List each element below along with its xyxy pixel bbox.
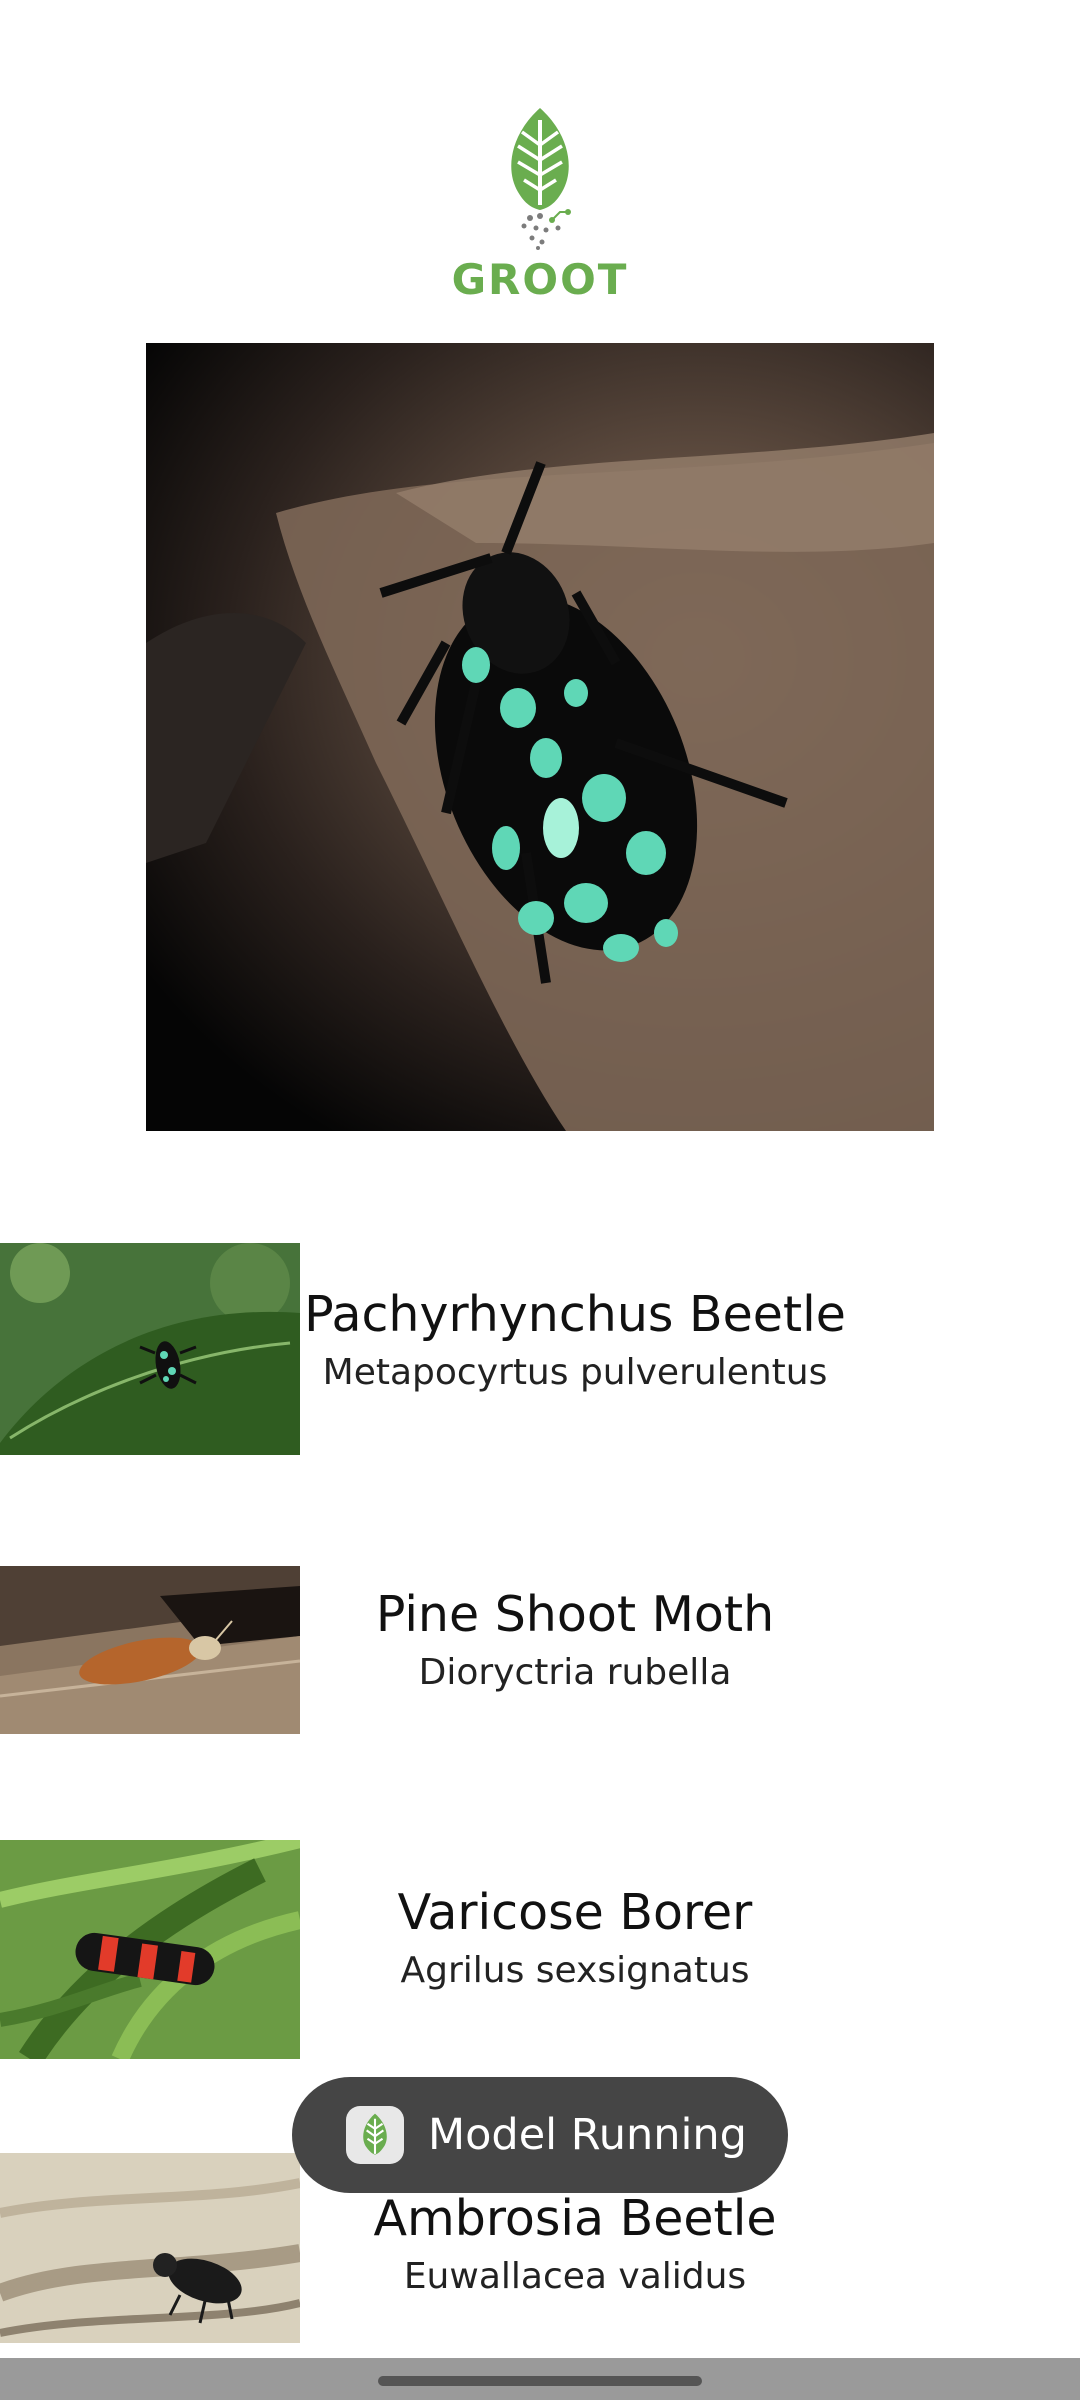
thumbnail-image	[0, 1243, 300, 1455]
thumbnail-image	[0, 1566, 300, 1734]
leaf-logo-icon	[511, 108, 571, 250]
groot-leaf-icon	[346, 2106, 404, 2164]
result-text: Varicose Borer Agrilus sexsignatus	[300, 1883, 850, 1995]
common-name: Pine Shoot Moth	[375, 1586, 775, 1643]
result-text: Pine Shoot Moth Dioryctria rubella	[300, 1585, 850, 1697]
moth-on-wood-photo-icon	[0, 1566, 300, 1734]
common-name: Ambrosia Beetle	[373, 2190, 777, 2247]
gesture-handle[interactable]	[378, 2376, 702, 2386]
common-name: Pachyrhynchus Beetle	[304, 1286, 846, 1343]
borer-on-fern-photo-icon	[0, 1840, 300, 2059]
app-logo: GROOT	[440, 100, 640, 310]
hero-image	[146, 343, 934, 1131]
result-item-varicose-borer[interactable]: Varicose Borer Agrilus sexsignatus	[0, 1840, 1080, 2059]
beetle-on-leaf-photo-icon	[0, 1243, 300, 1455]
result-item-pachyrhynchus-beetle[interactable]: Pachyrhynchus Beetle Metapocyrtus pulver…	[0, 1243, 1080, 1455]
thumbnail-image	[0, 1840, 300, 2059]
common-name: Varicose Borer	[397, 1884, 753, 1941]
scientific-name: Metapocyrtus pulverulentus	[322, 1352, 828, 1393]
beetle-on-bark-photo-icon	[0, 2153, 300, 2343]
scientific-name: Euwallacea validus	[403, 2256, 747, 2297]
beetle-photo-icon	[146, 433, 934, 1131]
thumbnail-image	[0, 2153, 300, 2343]
result-text: Ambrosia Beetle Euwallacea validus	[300, 2189, 850, 2301]
scientific-name: Agrilus sexsignatus	[400, 1950, 750, 1991]
scientific-name: Dioryctria rubella	[418, 1652, 732, 1693]
result-item-pine-shoot-moth[interactable]: Pine Shoot Moth Dioryctria rubella	[0, 1566, 1080, 1734]
result-text: Pachyrhynchus Beetle Metapocyrtus pulver…	[300, 1285, 850, 1397]
model-running-toast: Model Running	[292, 2077, 788, 2193]
system-navigation-bar	[0, 2358, 1080, 2400]
toast-label: Model Running	[428, 2110, 747, 2160]
logo-wordmark: GROOT	[451, 255, 629, 304]
